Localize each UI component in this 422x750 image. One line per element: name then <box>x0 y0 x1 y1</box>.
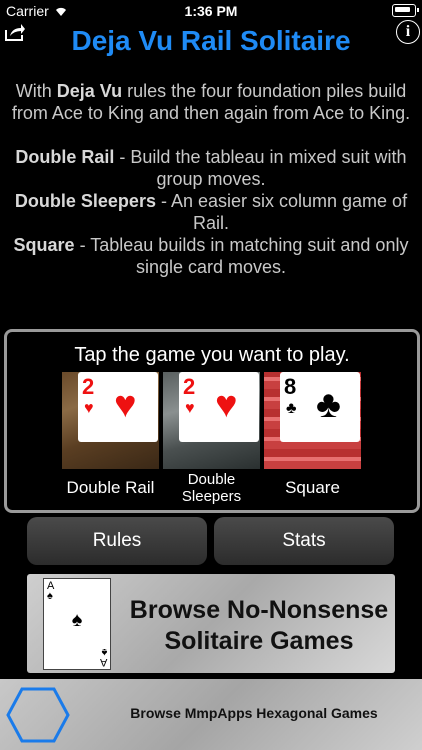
game-double-sleepers[interactable]: 2 ♥ ♥ Double Sleepers <box>163 372 260 505</box>
double-rail-thumbnail[interactable]: 2 ♥ ♥ <box>62 372 159 469</box>
game-description: With Deja Vu rules the four foundation p… <box>10 80 412 278</box>
browse-solitaire-text: Browse No-Nonsense Solitaire Games <box>129 596 389 655</box>
card-icon: 2 ♥ ♥ <box>78 372 158 442</box>
game-square[interactable]: 8 ♣ ♣ Square <box>264 372 361 497</box>
game-label[interactable]: Double Sleepers <box>163 471 260 505</box>
game-double-rail[interactable]: 2 ♥ ♥ Double Rail <box>62 372 159 497</box>
rule-double-rail: Double Rail - Build the tableau in mixed… <box>15 147 407 189</box>
clock: 1:36 PM <box>184 3 238 19</box>
card-icon: 8 ♣ ♣ <box>280 372 360 442</box>
game-label[interactable]: Square <box>264 479 361 497</box>
browse-solitaire-banner[interactable]: A ♠ ♠ A ♠ Browse No-Nonsense Solitaire Gam… <box>27 574 395 673</box>
square-thumbnail[interactable]: 8 ♣ ♣ <box>264 372 361 469</box>
double-sleepers-thumbnail[interactable]: 2 ♥ ♥ <box>163 372 260 469</box>
picker-prompt: Tap the game you want to play. <box>74 344 350 366</box>
intro-paragraph: With Deja Vu rules the four foundation p… <box>11 81 411 123</box>
game-picker: Tap the game you want to play. 2 ♥ ♥ Dou… <box>4 329 420 513</box>
page-title: Deja Vu Rail Solitaire <box>71 25 351 56</box>
battery-icon <box>392 4 419 17</box>
card-icon: 2 ♥ ♥ <box>179 372 259 442</box>
rule-double-sleepers: Double Sleepers - An easier six column g… <box>14 191 408 233</box>
browse-hexagonal-text: Browse MmpApps Hexagonal Games <box>130 705 378 721</box>
rules-button[interactable]: Rules <box>27 517 207 565</box>
game-label[interactable]: Double Rail <box>62 479 159 497</box>
browse-hexagonal-banner[interactable]: Browse MmpApps Hexagonal Games <box>0 679 422 750</box>
rule-square: Square - Tableau builds in matching suit… <box>13 235 409 277</box>
hexagon-icon <box>6 687 70 743</box>
ace-of-spades-icon: A ♠ ♠ A ♠ <box>43 578 111 670</box>
stats-button[interactable]: Stats <box>214 517 394 565</box>
status-bar: Carrier 1:36 PM <box>0 0 422 22</box>
